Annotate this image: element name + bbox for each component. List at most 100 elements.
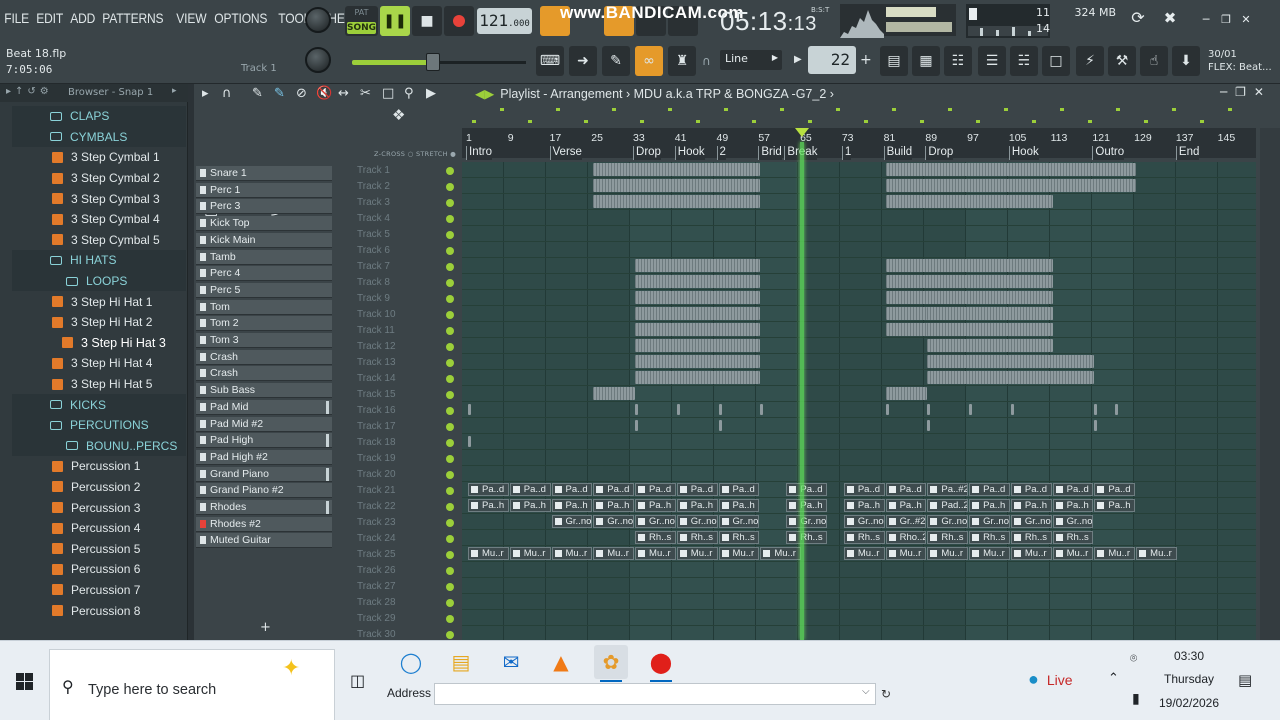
audio-clip[interactable]: Pa..h bbox=[1010, 499, 1052, 512]
audio-clip[interactable]: Gr..no bbox=[676, 515, 718, 528]
track-enable-led[interactable] bbox=[446, 199, 454, 207]
pattern-clip[interactable] bbox=[635, 420, 639, 431]
audio-clip[interactable]: Pa..d bbox=[843, 483, 885, 496]
channel-rack-button[interactable]: ▦ bbox=[912, 46, 940, 76]
audio-clip[interactable]: Pa..d bbox=[468, 483, 509, 496]
snap-select[interactable]: Line ▶ bbox=[720, 50, 782, 70]
pattern-clip[interactable] bbox=[718, 420, 722, 431]
step-forward-button[interactable]: ➜ bbox=[569, 46, 597, 76]
browser-file[interactable]: Percussion 4 bbox=[12, 518, 186, 539]
search-input[interactable]: Type here to search bbox=[88, 682, 216, 698]
undo-history-button[interactable]: ⟳ bbox=[1128, 10, 1148, 30]
chevron-down-icon[interactable]: ⌵ bbox=[862, 686, 870, 697]
pattern-item[interactable]: Grand Piano bbox=[196, 466, 332, 482]
outlook-button[interactable]: ✉ bbox=[494, 645, 528, 679]
audio-clip[interactable]: Pa..d bbox=[718, 483, 760, 496]
browser-file[interactable]: 3 Step Hi Hat 4 bbox=[12, 353, 186, 374]
browser-file[interactable]: 3 Step Cymbal 4 bbox=[12, 209, 186, 230]
pattern-clip[interactable] bbox=[635, 291, 761, 304]
restore-button[interactable]: ❐ bbox=[1218, 12, 1234, 28]
browser-folder[interactable]: PERCUTIONS bbox=[12, 414, 186, 436]
browser-file[interactable]: Percussion 2 bbox=[12, 477, 186, 498]
magnet-icon[interactable]: ∩ bbox=[222, 86, 232, 101]
audio-clip[interactable]: Mu..r bbox=[676, 547, 718, 560]
track-header[interactable]: Track 12 bbox=[357, 339, 457, 355]
track-header[interactable]: Track 1 bbox=[357, 163, 457, 179]
audio-clip[interactable]: Mu..r bbox=[1052, 547, 1094, 560]
edge-button[interactable]: ◯ bbox=[394, 645, 428, 679]
audio-clip[interactable]: Gr..no bbox=[593, 515, 635, 528]
audio-clip[interactable]: Rh..s bbox=[635, 531, 676, 544]
track-header[interactable]: Track 10 bbox=[357, 307, 457, 323]
pattern-item[interactable]: Tamb bbox=[196, 249, 332, 265]
track-header[interactable]: Track 9 bbox=[357, 291, 457, 307]
track-header[interactable]: Track 4 bbox=[357, 211, 457, 227]
menu-patterns[interactable]: PATTERNS bbox=[98, 6, 167, 34]
pattern-item[interactable]: Tom 2 bbox=[196, 316, 332, 332]
audio-clip[interactable]: Rh..s bbox=[969, 531, 1010, 544]
pattern-clip[interactable] bbox=[927, 307, 1053, 320]
pattern-clip[interactable] bbox=[927, 323, 1053, 336]
audio-clip[interactable]: Gr..no bbox=[843, 515, 885, 528]
pattern-item[interactable]: Perc 4 bbox=[196, 266, 332, 282]
track-header[interactable]: Track 17 bbox=[357, 419, 457, 435]
track-header[interactable]: Track 15 bbox=[357, 387, 457, 403]
chevron-up-icon[interactable]: ⌃ bbox=[1108, 671, 1119, 686]
pattern-item[interactable]: Kick Main bbox=[196, 232, 332, 248]
playlist-window-controls[interactable]: ─❐✕ bbox=[1220, 85, 1272, 99]
browser-folder[interactable]: CLAPS bbox=[12, 106, 186, 127]
audio-clip[interactable]: Mu..r bbox=[885, 547, 927, 560]
track-enable-led[interactable] bbox=[446, 487, 454, 495]
time-marker[interactable]: Hook bbox=[1008, 146, 1039, 160]
track-enable-led[interactable] bbox=[446, 375, 454, 383]
audio-clip[interactable]: Mu..r bbox=[1094, 547, 1136, 560]
track-header[interactable]: Track 21 bbox=[357, 483, 457, 499]
audio-clip[interactable]: Mu..r bbox=[1010, 547, 1052, 560]
audio-clip[interactable]: Pa..d bbox=[635, 483, 676, 496]
time-marker[interactable]: Intro bbox=[466, 146, 493, 160]
pattern-clip[interactable] bbox=[885, 275, 1053, 288]
pattern-item[interactable]: Pad Mid #2 bbox=[196, 416, 332, 432]
browser-folder[interactable]: KICKS bbox=[12, 394, 186, 415]
audio-clip[interactable]: Pa..#2 bbox=[927, 483, 969, 496]
audio-clip[interactable]: Gr..no bbox=[635, 515, 676, 528]
track-header[interactable]: Track 3 bbox=[357, 195, 457, 211]
mute-icon[interactable]: 🔇 bbox=[316, 86, 332, 101]
tempo-display[interactable]: 121.000 bbox=[477, 8, 532, 34]
track-enable-led[interactable] bbox=[446, 183, 454, 191]
news-panel[interactable]: 30/01 FLEX: Beat... bbox=[1208, 48, 1272, 74]
track-enable-led[interactable] bbox=[446, 359, 454, 367]
plus-icon[interactable]: + bbox=[860, 52, 872, 68]
mixer-button[interactable]: ☰ bbox=[978, 46, 1006, 76]
audio-clip[interactable]: Mu..r bbox=[718, 547, 760, 560]
network-icon[interactable]: ⌾ bbox=[1130, 651, 1137, 666]
track-enable-led[interactable] bbox=[446, 295, 454, 303]
track-header[interactable]: Track 13 bbox=[357, 355, 457, 371]
pattern-clip[interactable] bbox=[635, 339, 761, 352]
record-button[interactable] bbox=[444, 6, 474, 36]
pattern-clip[interactable] bbox=[969, 404, 973, 415]
zcross-stretch-toggles[interactable]: Z-CROSS ○ STRETCH ● bbox=[374, 150, 456, 158]
pattern-clip[interactable] bbox=[885, 291, 1053, 304]
audio-clip[interactable]: Mu..r bbox=[843, 547, 885, 560]
audio-clip[interactable]: Rh..s bbox=[927, 531, 969, 544]
clock-time[interactable]: 03:30 bbox=[1164, 649, 1214, 663]
step-prev-icon[interactable]: ▶ bbox=[794, 54, 802, 65]
track-enable-led[interactable] bbox=[446, 567, 454, 575]
time-marker[interactable]: Brid bbox=[758, 146, 782, 160]
audio-clip[interactable]: Pa..d bbox=[786, 483, 828, 496]
pattern-clip[interactable] bbox=[885, 179, 1137, 192]
audio-clip[interactable]: Rh..s bbox=[718, 531, 760, 544]
audio-clip[interactable]: Pa..d bbox=[593, 483, 635, 496]
pat-song-toggle[interactable]: PAT SONG bbox=[345, 6, 378, 36]
master-volume-knob[interactable] bbox=[305, 7, 331, 33]
stamp-button[interactable]: ♜ bbox=[668, 46, 696, 76]
pattern-item[interactable]: Perc 1 bbox=[196, 182, 332, 198]
pattern-clip[interactable] bbox=[1115, 404, 1119, 415]
track-header[interactable]: Track 7 bbox=[357, 259, 457, 275]
audio-clip[interactable]: Mu..r bbox=[760, 547, 802, 560]
vertical-scrollbar[interactable] bbox=[1260, 128, 1280, 640]
pencil-tool-button[interactable]: ✎ bbox=[602, 46, 630, 76]
audio-clip[interactable]: Mu..r bbox=[593, 547, 635, 560]
audio-clip[interactable]: Gr..no bbox=[1052, 515, 1094, 528]
